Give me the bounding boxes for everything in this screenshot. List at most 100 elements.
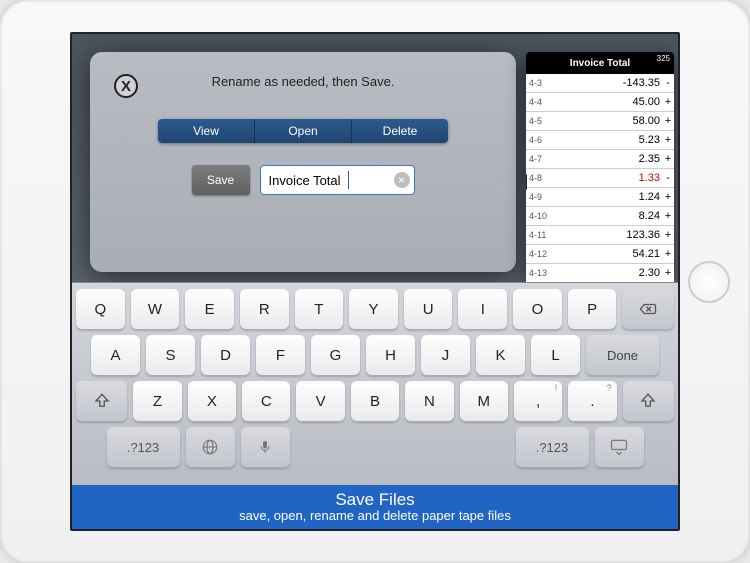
key-a[interactable]: A (91, 335, 140, 375)
upper-area: X Rename as needed, then Save. View Open… (72, 34, 678, 282)
key-k[interactable]: K (476, 335, 525, 375)
key-s[interactable]: S (146, 335, 195, 375)
tape-row-value: 54.21 (558, 245, 662, 263)
spacer (461, 427, 510, 467)
tape-row[interactable]: 4-11123.36+ (526, 226, 674, 245)
caption-banner: Save Files save, open, rename and delete… (72, 485, 678, 529)
shift-key-right[interactable] (623, 381, 674, 421)
dialog-prompt: Rename as needed, then Save. (90, 74, 516, 89)
backspace-key[interactable] (622, 289, 674, 329)
tab-open[interactable]: Open (255, 119, 352, 143)
key-h[interactable]: H (366, 335, 415, 375)
tape-row[interactable]: 4-72.35+ (526, 150, 674, 169)
clear-input-icon[interactable]: × (394, 172, 410, 188)
tape-row-label: 4-3 (526, 74, 558, 92)
file-action-tabs: View Open Delete (158, 119, 448, 143)
mic-icon (257, 439, 273, 455)
tape-row[interactable]: 4-81.33- (526, 169, 674, 188)
save-dialog-wrap: X Rename as needed, then Save. View Open… (72, 34, 526, 282)
tape-row-op: + (662, 131, 674, 149)
key-d[interactable]: D (201, 335, 250, 375)
tape-row[interactable]: 4-558.00+ (526, 112, 674, 131)
tape-row-value: -143.35 (558, 74, 662, 92)
done-key[interactable]: Done (586, 335, 659, 375)
tape-row[interactable]: 4-3-143.35- (526, 74, 674, 93)
key-y[interactable]: Y (349, 289, 398, 329)
tape-row-label: 4-4 (526, 93, 558, 111)
tape-row-value: 1.33 (558, 169, 662, 187)
shift-icon (93, 392, 111, 410)
key-t[interactable]: T (295, 289, 344, 329)
tape-row[interactable]: 4-1254.21+ (526, 245, 674, 264)
caption-title: Save Files (72, 490, 678, 510)
shift-key-left[interactable] (76, 381, 127, 421)
tape-row[interactable]: 4-91.24+ (526, 188, 674, 207)
shift-icon (639, 392, 657, 410)
globe-key[interactable] (186, 427, 235, 467)
key-w[interactable]: W (131, 289, 180, 329)
tape-body[interactable]: 4-3-143.35-4-445.00+4-558.00+4-65.23+4-7… (526, 74, 674, 282)
backspace-icon (639, 300, 657, 318)
tape-row[interactable]: 4-132.30+ (526, 264, 674, 282)
key-f[interactable]: F (256, 335, 305, 375)
key-u[interactable]: U (404, 289, 453, 329)
key-o[interactable]: O (513, 289, 562, 329)
tape-row-label: 4-12 (526, 245, 558, 263)
spacer (406, 427, 455, 467)
numbers-key-right[interactable]: .?123 (516, 427, 589, 467)
key-c[interactable]: C (242, 381, 290, 421)
ipad-frame: X Rename as needed, then Save. View Open… (0, 0, 750, 563)
key-e[interactable]: E (185, 289, 234, 329)
tape-row[interactable]: 4-65.23+ (526, 131, 674, 150)
tape-row-value: 5.23 (558, 131, 662, 149)
tape-row-value: 45.00 (558, 93, 662, 111)
key-n[interactable]: N (405, 381, 453, 421)
key-r[interactable]: R (240, 289, 289, 329)
tape-row-op: - (662, 169, 674, 187)
tape-row-op: + (662, 93, 674, 111)
key-p[interactable]: P (568, 289, 617, 329)
tape-row-op: + (662, 264, 674, 282)
mic-key[interactable] (241, 427, 290, 467)
period-key[interactable]: . (568, 381, 616, 421)
key-z[interactable]: Z (133, 381, 181, 421)
comma-key[interactable]: , (514, 381, 562, 421)
save-button[interactable]: Save (192, 165, 250, 195)
key-q[interactable]: Q (76, 289, 125, 329)
tape-header: Invoice Total 325 (526, 52, 674, 74)
key-g[interactable]: G (311, 335, 360, 375)
key-j[interactable]: J (421, 335, 470, 375)
tape-row-op: + (662, 188, 674, 206)
key-v[interactable]: V (296, 381, 344, 421)
globe-icon (201, 438, 219, 456)
key-row-1: QWERTYUIOP (76, 289, 674, 329)
tape-row-value: 1.24 (558, 188, 662, 206)
key-b[interactable]: B (351, 381, 399, 421)
dismiss-keyboard-icon (609, 437, 629, 457)
dismiss-keyboard-key[interactable] (595, 427, 644, 467)
app-screen: X Rename as needed, then Save. View Open… (70, 32, 680, 531)
tape-row[interactable]: 4-108.24+ (526, 207, 674, 226)
tape-row-op: + (662, 207, 674, 225)
caption-subtitle: save, open, rename and delete paper tape… (72, 509, 678, 524)
tape-row-value: 123.36 (558, 226, 662, 244)
key-i[interactable]: I (458, 289, 507, 329)
numbers-key-left[interactable]: .?123 (107, 427, 180, 467)
filename-input[interactable] (260, 165, 415, 195)
tab-view[interactable]: View (158, 119, 255, 143)
tape-row-value: 58.00 (558, 112, 662, 130)
tape-row-op: - (662, 74, 674, 92)
key-row-bottom: .?123 .?123 (76, 427, 674, 467)
key-l[interactable]: L (531, 335, 580, 375)
tape-row[interactable]: 4-445.00+ (526, 93, 674, 112)
home-button[interactable] (688, 261, 730, 303)
tape-row-label: 4-9 (526, 188, 558, 206)
tape-row-label: 4-8 (526, 169, 558, 187)
key-m[interactable]: M (460, 381, 508, 421)
close-button[interactable]: X (114, 74, 138, 98)
key-x[interactable]: X (188, 381, 236, 421)
tab-delete[interactable]: Delete (352, 119, 448, 143)
tape-row-label: 4-11 (526, 226, 558, 244)
tape-row-value: 2.35 (558, 150, 662, 168)
spacer (351, 427, 400, 467)
